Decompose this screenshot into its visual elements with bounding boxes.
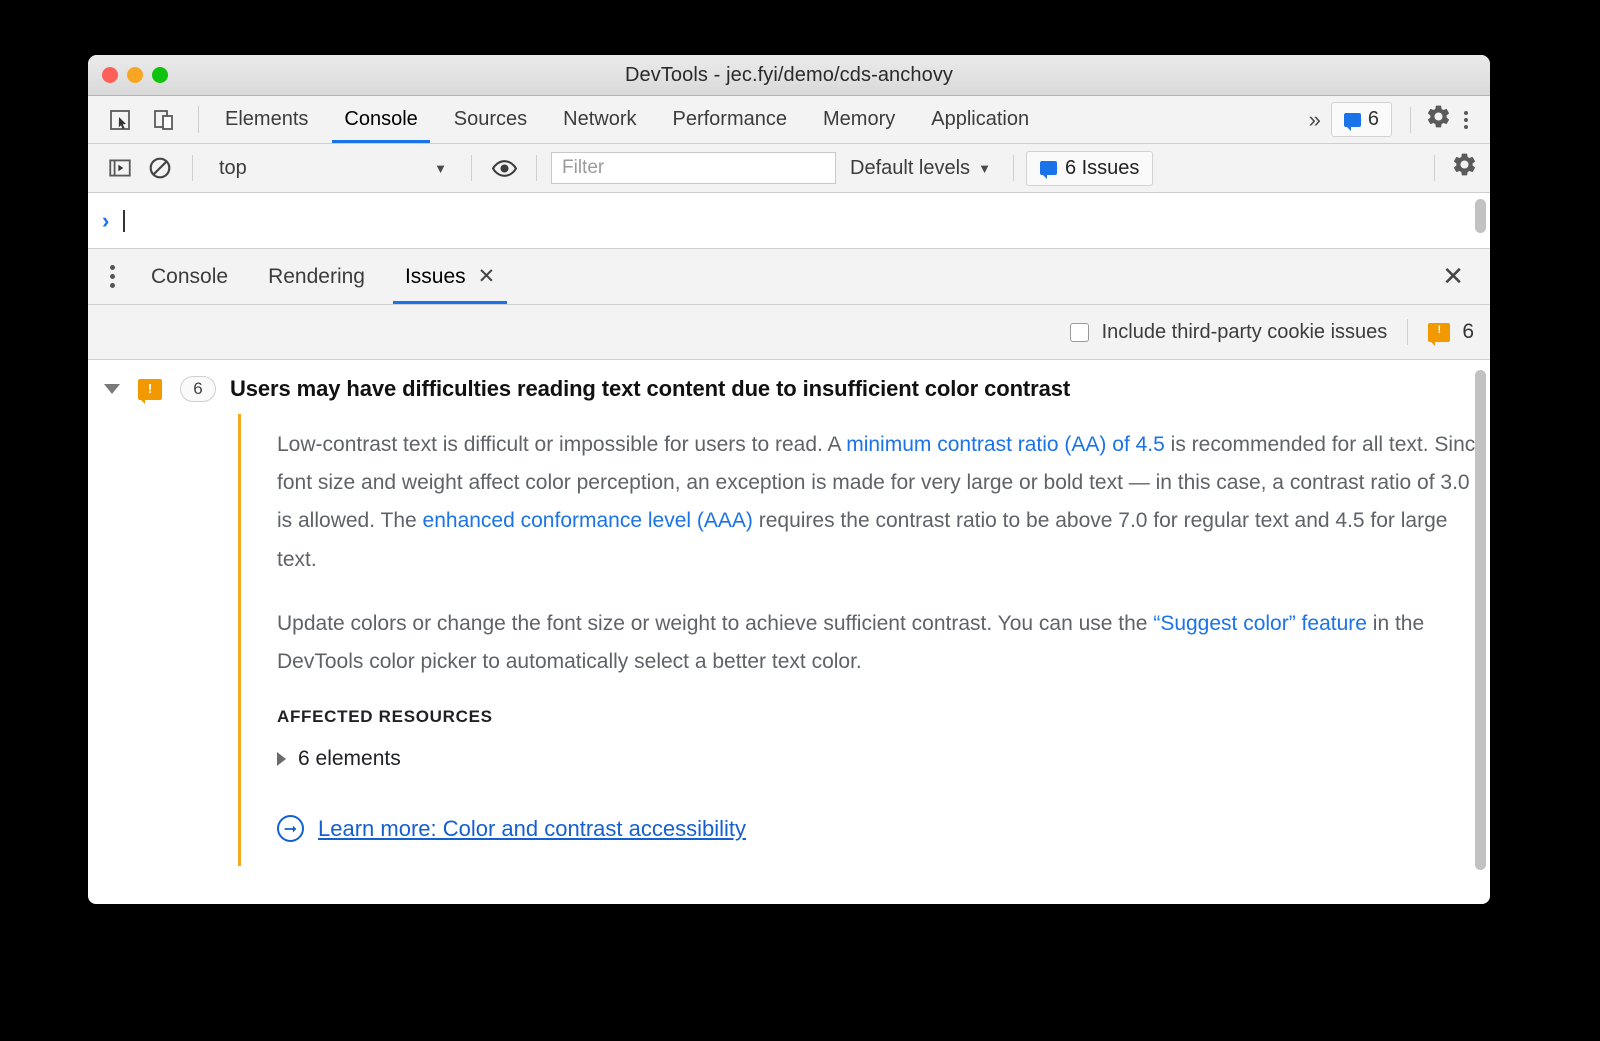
- drawer-menu-icon[interactable]: [104, 265, 131, 288]
- tab-label: Network: [563, 108, 637, 130]
- window-titlebar: DevTools - jec.fyi/demo/cds-anchovy: [88, 55, 1490, 96]
- log-levels-select[interactable]: Default levels ▼: [840, 157, 1001, 180]
- execution-context-select[interactable]: top ▼: [207, 157, 457, 180]
- close-icon[interactable]: ✕: [478, 264, 496, 289]
- issues-scrollbar[interactable]: [1475, 370, 1486, 870]
- issues-warning-summary: ! 6: [1428, 320, 1474, 346]
- devtools-tabs: Elements Console Sources Network Perform…: [207, 96, 1047, 143]
- tab-label: Console: [344, 108, 418, 130]
- drawer-tab-label: Rendering: [268, 264, 365, 288]
- console-toolbar-divider-1: [192, 155, 193, 181]
- enhanced-conformance-link[interactable]: enhanced conformance level (AAA): [423, 509, 753, 532]
- eye-icon[interactable]: [486, 150, 522, 186]
- devtools-tabbar: Elements Console Sources Network Perform…: [88, 96, 1490, 144]
- issue-header-row[interactable]: ! 6 Users may have difficulties reading …: [88, 360, 1490, 414]
- warning-bubble-icon: !: [138, 378, 162, 404]
- issues-panel-toolbar: Include third-party cookie issues ! 6: [88, 305, 1490, 360]
- affected-resources-item-label: 6 elements: [298, 747, 401, 771]
- affected-resources-item[interactable]: 6 elements: [277, 747, 1490, 771]
- tab-elements[interactable]: Elements: [207, 96, 326, 143]
- circled-arrow-icon: ➞: [277, 815, 304, 843]
- console-toolbar: top ▼ Default levels ▼ 6 Issues: [88, 144, 1490, 193]
- devtools-window: DevTools - jec.fyi/demo/cds-anchovy Elem…: [88, 55, 1490, 904]
- third-party-cookie-checkbox[interactable]: [1069, 322, 1089, 342]
- chevron-right-icon[interactable]: [277, 752, 286, 767]
- affected-resources-heading: AFFECTED RESOURCES: [277, 707, 493, 727]
- chevron-down-icon: ▼: [434, 160, 447, 176]
- tab-label: Performance: [672, 108, 788, 130]
- drawer-tabbar: Console Rendering Issues ✕ ✕: [88, 249, 1490, 305]
- console-input-caret: [123, 209, 126, 232]
- console-scrollbar[interactable]: [1475, 199, 1486, 233]
- tab-label: Sources: [453, 108, 528, 130]
- issue-detail: Low-contrast text is difficult or imposs…: [238, 414, 1490, 867]
- issue-title: Users may have difficulties reading text…: [230, 376, 1071, 401]
- minimum-contrast-ratio-link[interactable]: minimum contrast ratio (AA) of 4.5: [846, 433, 1165, 456]
- more-tabs-icon[interactable]: »: [1299, 107, 1331, 133]
- drawer-tab-label: Issues: [404, 264, 466, 288]
- clear-console-icon[interactable]: [142, 150, 178, 186]
- console-toolbar-divider-5: [1434, 155, 1435, 181]
- prompt-chevron-icon: ›: [102, 207, 110, 233]
- paragraph-2-part-1: Update colors or change the font size or…: [277, 611, 1154, 635]
- warning-bubble-icon: !: [1428, 322, 1451, 346]
- console-toolbar-divider-4: [1012, 155, 1014, 181]
- drawer-tab-console[interactable]: Console: [131, 249, 248, 304]
- drawer-tab-label: Console: [151, 264, 229, 288]
- tab-sources[interactable]: Sources: [436, 96, 545, 143]
- issues-panel-body: ! 6 Users may have difficulties reading …: [88, 360, 1490, 883]
- issues-bubble-icon: [1039, 161, 1057, 179]
- tab-application[interactable]: Application: [913, 96, 1047, 143]
- inspect-element-icon[interactable]: [102, 102, 138, 138]
- issues-button-label: 6 Issues: [1064, 156, 1140, 179]
- execution-context-value: top: [219, 156, 247, 179]
- device-toolbar-icon[interactable]: [146, 102, 182, 138]
- gear-icon[interactable]: [1425, 103, 1452, 137]
- log-levels-label: Default levels: [850, 156, 971, 179]
- tabbar-tool-icons: [88, 96, 190, 143]
- chevron-down-icon: ▼: [978, 160, 991, 176]
- issues-bubble-icon: [1343, 112, 1361, 131]
- console-sidebar-icon[interactable]: [102, 150, 138, 186]
- issues-count-label: 6: [1367, 108, 1379, 130]
- paragraph-1-part-1: Low-contrast text is difficult or imposs…: [277, 433, 847, 456]
- close-drawer-icon[interactable]: ✕: [1416, 261, 1490, 292]
- issues-count-badge[interactable]: 6: [1330, 102, 1392, 137]
- tab-performance[interactable]: Performance: [655, 96, 806, 143]
- learn-more-link[interactable]: Learn more: Color and contrast accessibi…: [318, 816, 746, 842]
- issues-toolbar-divider: [1407, 319, 1409, 345]
- window-title: DevTools - jec.fyi/demo/cds-anchovy: [624, 63, 954, 86]
- issue-count-pill: 6: [180, 376, 216, 402]
- third-party-cookie-checkbox-row[interactable]: Include third-party cookie issues: [1069, 320, 1388, 344]
- more-options-icon[interactable]: [1452, 110, 1480, 129]
- console-prompt-row[interactable]: ›: [88, 193, 1490, 249]
- expand-collapse-icon[interactable]: [104, 384, 120, 394]
- tab-label: Application: [931, 108, 1030, 130]
- suggest-color-feature-link[interactable]: “Suggest color” feature: [1153, 612, 1367, 635]
- tabbar-divider: [198, 106, 199, 133]
- tab-console[interactable]: Console: [326, 96, 435, 143]
- tab-label: Memory: [823, 108, 896, 130]
- console-settings-gear-icon[interactable]: [1451, 151, 1478, 185]
- tab-memory[interactable]: Memory: [805, 96, 913, 143]
- issues-toolbar-button[interactable]: 6 Issues: [1025, 150, 1154, 186]
- tab-label: Elements: [225, 108, 309, 130]
- tabbar-right-controls: » 6: [1299, 96, 1490, 143]
- tab-network[interactable]: Network: [545, 96, 654, 143]
- third-party-cookie-label: Include third-party cookie issues: [1101, 320, 1388, 343]
- issues-warning-count: 6: [1462, 320, 1474, 343]
- console-toolbar-divider-2: [471, 155, 472, 181]
- console-toolbar-divider-3: [536, 155, 537, 181]
- tabbar-right-divider: [1410, 106, 1411, 133]
- issue-paragraph-1: Low-contrast text is difficult or imposs…: [277, 426, 1490, 579]
- drawer-tab-issues[interactable]: Issues ✕: [385, 249, 515, 304]
- filter-input[interactable]: [551, 152, 836, 184]
- issue-paragraph-2: Update colors or change the font size or…: [277, 605, 1490, 681]
- learn-more-row[interactable]: ➞ Learn more: Color and contrast accessi…: [277, 815, 1490, 843]
- drawer-tab-rendering[interactable]: Rendering: [248, 249, 385, 304]
